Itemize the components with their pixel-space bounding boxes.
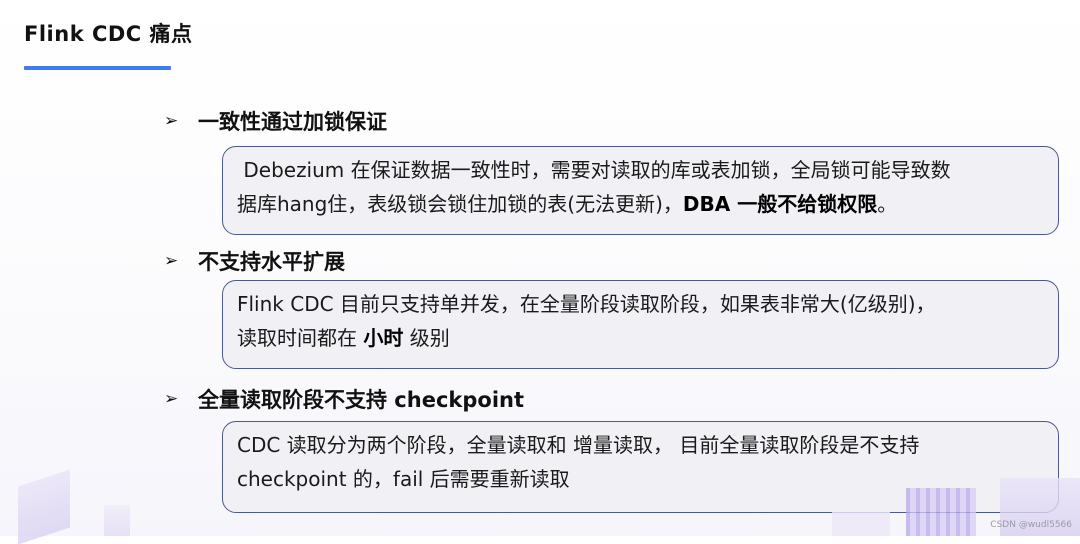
bullet-section-1: ➢ 一致性通过加锁保证 xyxy=(164,106,387,136)
title-underline xyxy=(24,66,171,70)
section-1-line-2: 据库hang住，表级锁会锁住加锁的表(无法更新)，DBA 一般不给锁权限。 xyxy=(237,187,1044,221)
section-1-heading: 一致性通过加锁保证 xyxy=(198,110,387,134)
section-1-line-2-text: 据库hang住，表级锁会锁住加锁的表(无法更新)， xyxy=(237,192,683,216)
bullet-section-3: ➢ 全量读取阶段不支持 checkpoint xyxy=(164,384,524,414)
section-1-line-2-end: 。 xyxy=(877,192,898,216)
section-2-heading: 不支持水平扩展 xyxy=(198,250,345,274)
section-1-emphasis: DBA 一般不给锁权限 xyxy=(682,192,878,216)
section-2-line-1: Flink CDC 目前只支持单并发，在全量阶段读取阶段，如果表非常大(亿级别)… xyxy=(237,292,936,316)
slide-title: Flink CDC 痛点 xyxy=(24,22,193,46)
section-2-emphasis: 小时 xyxy=(363,326,404,350)
bullet-section-2: ➢ 不支持水平扩展 xyxy=(164,246,345,276)
section-2-line-2-text: 读取时间都在 xyxy=(237,326,364,350)
section-1-box: Debezium 在保证数据一致性时，需要对读取的库或表加锁，全局锁可能导致数 … xyxy=(222,146,1059,235)
decorative-block xyxy=(104,505,130,536)
watermark: CSDN @wudl5566 xyxy=(990,520,1072,530)
arrowhead-bullet-icon: ➢ xyxy=(164,388,179,409)
arrowhead-bullet-icon: ➢ xyxy=(164,250,179,271)
arrowhead-bullet-icon: ➢ xyxy=(164,110,179,131)
section-2-box: Flink CDC 目前只支持单并发，在全量阶段读取阶段，如果表非常大(亿级别)… xyxy=(222,280,1059,369)
section-2-line-2: 读取时间都在 小时 级别 xyxy=(237,321,1044,355)
section-2-line-2-end: 级别 xyxy=(403,326,450,350)
decorative-block xyxy=(832,512,890,536)
section-1-line-1: Debezium 在保证数据一致性时，需要对读取的库或表加锁，全局锁可能导致数 xyxy=(237,158,951,182)
section-3-line-1: CDC 读取分为两个阶段，全量读取和 增量读取， 目前全量读取阶段是不支持 xyxy=(237,433,920,457)
section-3-heading: 全量读取阶段不支持 checkpoint xyxy=(198,388,525,412)
decorative-building xyxy=(906,488,976,536)
